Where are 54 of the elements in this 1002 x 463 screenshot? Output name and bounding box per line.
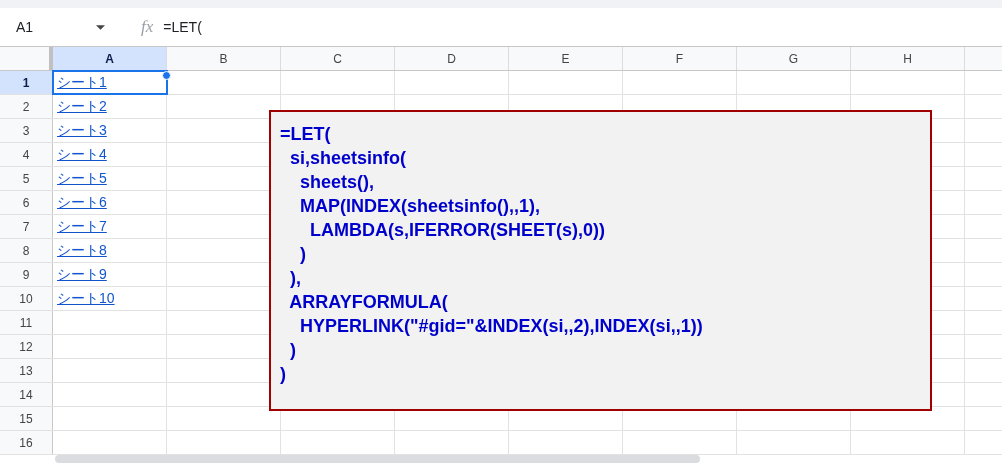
sheet-link[interactable]: シート9 <box>53 264 107 285</box>
formula-line: ) <box>280 363 286 386</box>
formula-line: ) <box>289 339 296 362</box>
formula-line: ) <box>299 243 306 266</box>
select-all-corner[interactable] <box>0 47 53 70</box>
column-header[interactable]: F <box>623 47 737 70</box>
row-header[interactable]: 3 <box>0 119 53 142</box>
row-header[interactable]: 9 <box>0 263 53 286</box>
sheet-link[interactable]: シート3 <box>53 120 107 141</box>
row-header[interactable]: 6 <box>0 191 53 214</box>
formula-line: sheets(), <box>299 171 375 194</box>
name-box[interactable]: A1 <box>0 16 96 38</box>
sheet-link[interactable]: シート1 <box>53 72 107 93</box>
function-icon: fx <box>141 14 154 40</box>
formula-line: ), <box>289 267 301 290</box>
sheet-link[interactable]: シート10 <box>53 288 115 309</box>
dropdown-caret-icon[interactable] <box>96 24 105 30</box>
column-header[interactable]: C <box>281 47 395 70</box>
horizontal-scrollbar[interactable] <box>55 455 700 463</box>
formula-line: si,sheetsinfo( <box>289 147 407 170</box>
column-header[interactable]: A <box>53 47 167 70</box>
formula-line: LAMBDA(s,IFERROR(SHEET(s),0)) <box>309 219 605 242</box>
column-header[interactable]: H <box>851 47 965 70</box>
formula-line: =LET( <box>280 123 331 146</box>
row-header[interactable]: 8 <box>0 239 53 262</box>
row-header[interactable]: 4 <box>0 143 53 166</box>
row-header[interactable]: 2 <box>0 95 53 118</box>
sheet-link[interactable]: シート2 <box>53 96 107 117</box>
row-header[interactable]: 1 <box>0 71 53 94</box>
selected-cell[interactable]: シート1 <box>53 71 167 94</box>
column-header[interactable]: D <box>395 47 509 70</box>
formula-input[interactable]: =LET( <box>163 16 202 38</box>
sheet-link[interactable]: シート6 <box>53 192 107 213</box>
sheet-link[interactable]: シート5 <box>53 168 107 189</box>
column-header[interactable]: B <box>167 47 281 70</box>
row-header[interactable]: 10 <box>0 287 53 310</box>
column-header[interactable]: E <box>509 47 623 70</box>
column-header[interactable]: G <box>737 47 851 70</box>
fill-handle[interactable] <box>162 71 171 80</box>
formula-line: ARRAYFORMULA( <box>288 291 448 314</box>
row-header[interactable]: 7 <box>0 215 53 238</box>
row-header[interactable]: 5 <box>0 167 53 190</box>
row-header[interactable]: 12 <box>0 335 53 358</box>
sheet-link[interactable]: シート4 <box>53 144 107 165</box>
formula-line: MAP(INDEX(sheetsinfo(),,1), <box>299 195 540 218</box>
row-header[interactable]: 11 <box>0 311 53 334</box>
formula-line: HYPERLINK("#gid="&INDEX(si,,2),INDEX(si,,1)) <box>299 315 703 338</box>
row-header[interactable]: 13 <box>0 359 53 382</box>
row-header[interactable]: 15 <box>0 407 53 430</box>
row-header[interactable]: 14 <box>0 383 53 406</box>
sheet-link[interactable]: シート8 <box>53 240 107 261</box>
row-header[interactable]: 16 <box>0 431 53 454</box>
column-header[interactable] <box>965 47 1002 70</box>
sheet-link[interactable]: シート7 <box>53 216 107 237</box>
